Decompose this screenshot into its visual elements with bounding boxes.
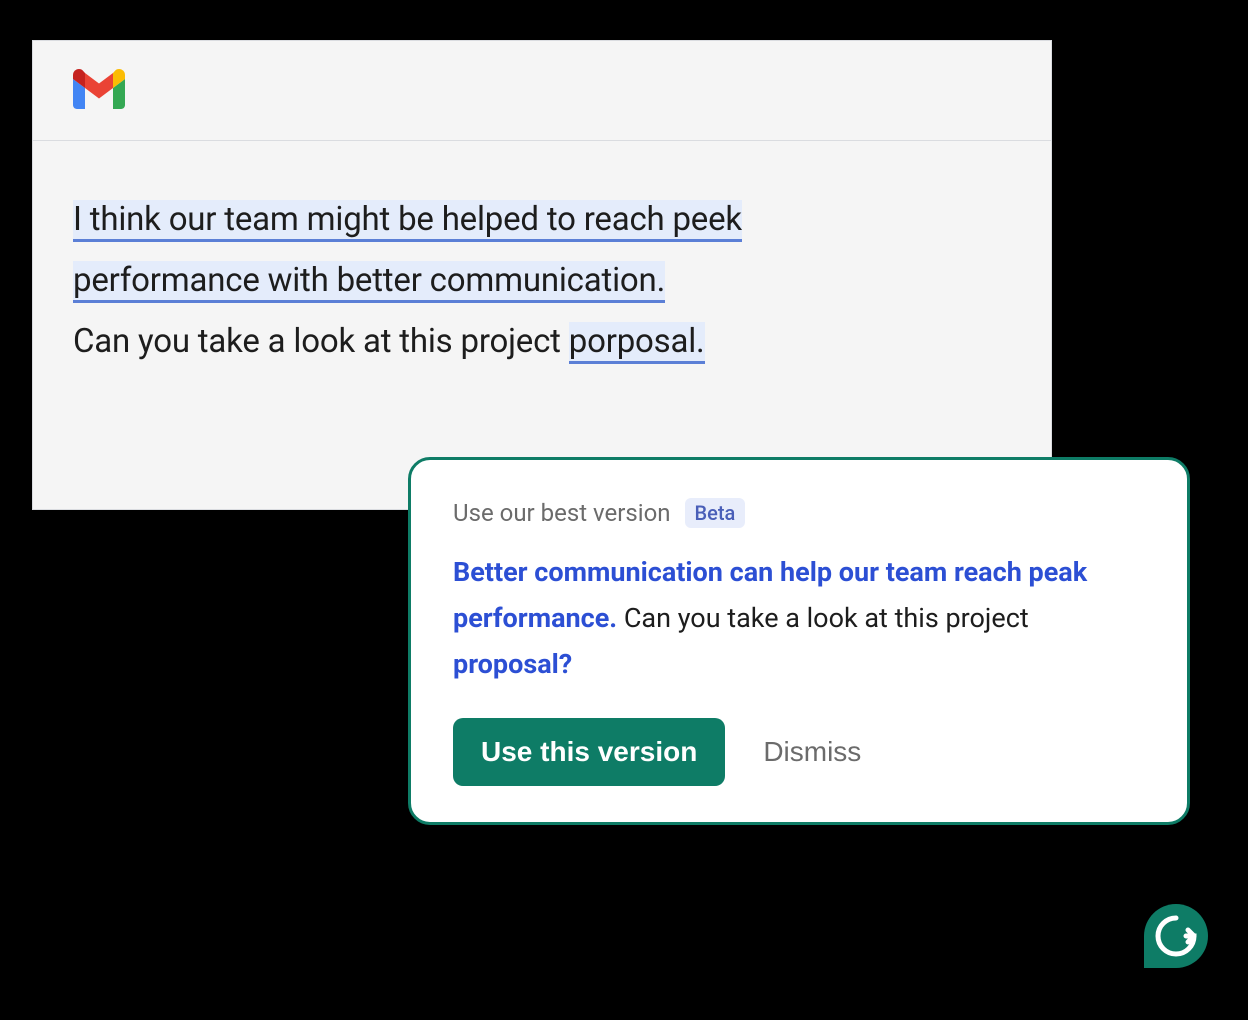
suggestion-text: Better communication can help our team r… <box>453 550 1145 688</box>
plain-text: Can you take a look at this project <box>73 322 569 361</box>
suggestion-popup: Use our best version Beta Better communi… <box>408 457 1190 825</box>
popup-actions: Use this version Dismiss <box>453 718 1145 786</box>
highlighted-text-line2[interactable]: performance with better communication. <box>73 261 665 303</box>
use-this-version-button[interactable]: Use this version <box>453 718 725 786</box>
highlighted-word[interactable]: porposal. <box>569 322 705 364</box>
suggestion-highlight-2: proposal? <box>453 648 572 680</box>
highlighted-text-line1[interactable]: I think our team might be helped to reac… <box>73 200 742 242</box>
suggestion-plain: Can you take a look at this project <box>617 602 1029 634</box>
email-text[interactable]: I think our team might be helped to reac… <box>73 189 1011 372</box>
email-header <box>33 41 1051 141</box>
beta-badge: Beta <box>685 498 746 528</box>
grammarly-icon[interactable] <box>1144 904 1208 968</box>
dismiss-button[interactable]: Dismiss <box>763 736 861 768</box>
popup-header-label: Use our best version <box>453 499 671 527</box>
email-body[interactable]: I think our team might be helped to reac… <box>33 141 1051 420</box>
email-compose-card: I think our team might be helped to reac… <box>32 40 1052 510</box>
gmail-icon <box>73 69 125 113</box>
popup-header: Use our best version Beta <box>453 498 1145 528</box>
